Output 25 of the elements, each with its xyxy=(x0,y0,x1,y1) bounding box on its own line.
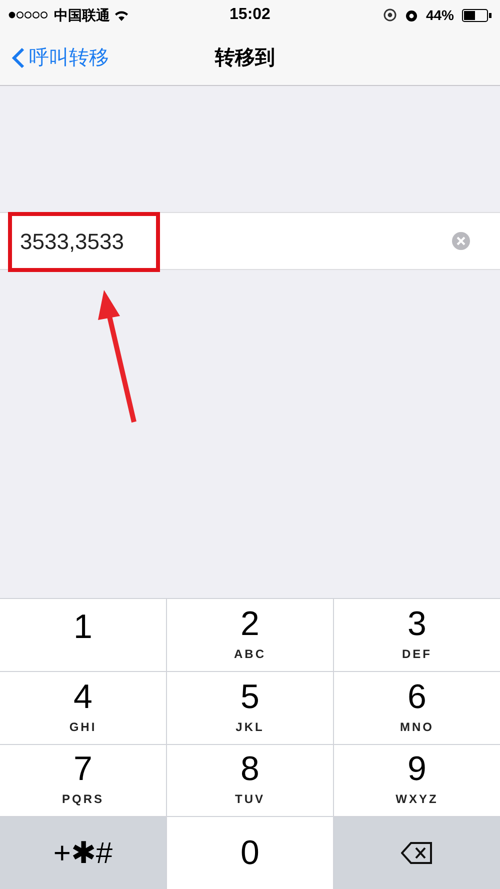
keypad-key[interactable]: 9 WXYZ xyxy=(334,744,500,816)
wifi-icon xyxy=(114,10,129,20)
signal-icon xyxy=(8,11,50,19)
rotation-lock-icon xyxy=(382,8,397,22)
keypad-key[interactable]: 3 DEF xyxy=(334,599,500,671)
keypad-key[interactable]: 8 TUV xyxy=(167,744,333,816)
battery-icon xyxy=(462,8,492,22)
number-field[interactable]: 3533,3533 xyxy=(0,212,500,270)
back-button[interactable]: 呼叫转移 xyxy=(0,42,109,72)
keypad-key[interactable]: 4 GHI xyxy=(0,672,166,744)
alarm-icon xyxy=(404,8,418,22)
keypad-key[interactable]: 5 JKL xyxy=(167,672,333,744)
keypad-key[interactable]: 1 xyxy=(0,599,166,671)
field-value: 3533,3533 xyxy=(20,228,124,256)
keypad-key[interactable]: 0 xyxy=(167,817,333,889)
screen-title: 转移到 xyxy=(215,46,275,70)
keypad-key[interactable]: 6 MNO xyxy=(334,672,500,744)
battery-percent: 44% xyxy=(426,6,454,24)
clock-time: 15:02 xyxy=(230,5,270,25)
carrier-name: 中国联通 xyxy=(54,6,110,24)
backspace-icon xyxy=(401,841,433,866)
keypad-key[interactable]: 2 ABC xyxy=(167,599,333,671)
clear-icon[interactable] xyxy=(452,232,470,250)
keypad-key[interactable]: 7 PQRS xyxy=(0,744,166,816)
back-chevron-icon xyxy=(12,46,25,68)
